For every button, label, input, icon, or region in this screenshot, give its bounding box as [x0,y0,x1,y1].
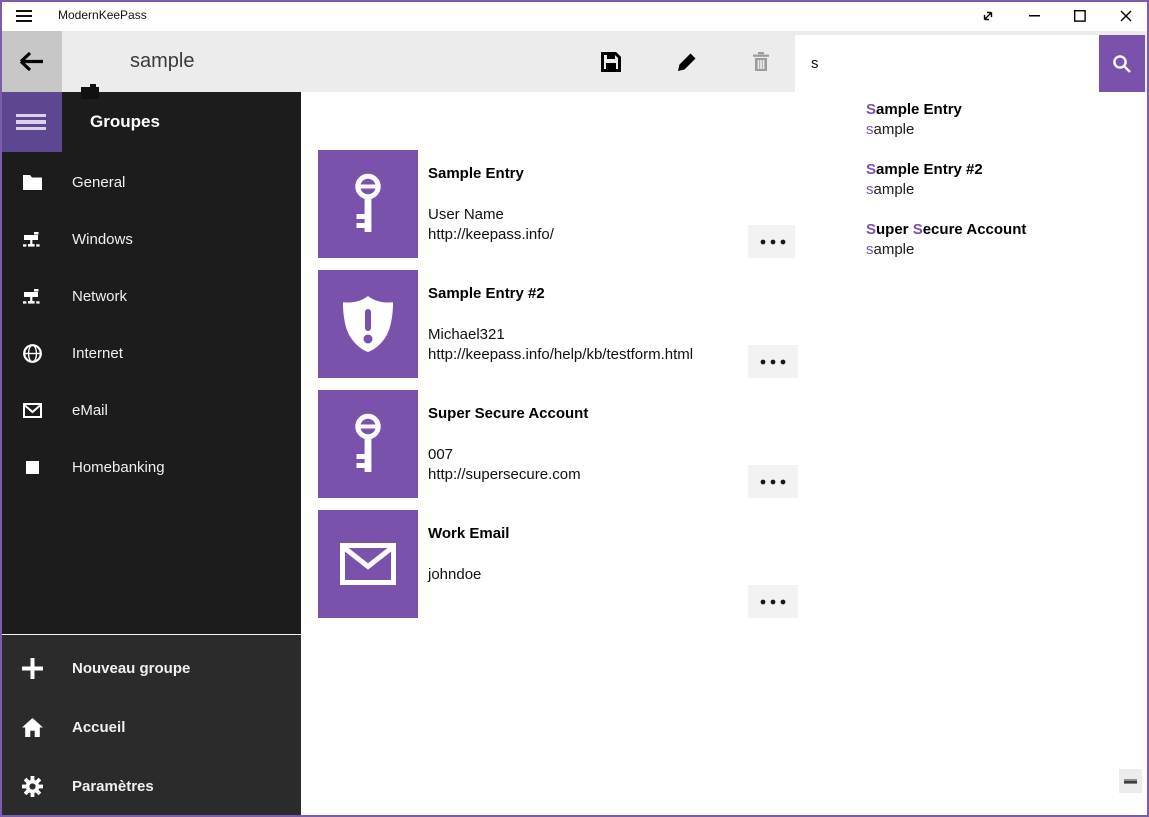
network-icon [21,232,43,248]
entry-url: http://supersecure.com [428,465,758,485]
entry-title: Super Secure Account [428,404,758,424]
entry-title: Sample Entry #2 [428,284,758,304]
search-box [795,35,1099,92]
maximize-icon [1074,10,1086,22]
sidebar-item-general[interactable]: General [0,154,301,211]
search-result-subtitle: sample [866,240,914,260]
database-title: sample [130,31,194,92]
more-icon [760,479,786,485]
sidebar-item-network[interactable]: Network [0,268,301,325]
nav-toggle-button[interactable] [0,92,62,152]
home-icon [21,718,43,737]
entry-url: http://keepass.info/help/kb/testform.htm… [428,345,758,365]
sidebar-item-label: Homebanking [72,459,165,476]
search-result[interactable]: Super Secure Account sample [795,212,1145,272]
entry-title: Work Email [428,524,758,544]
key-icon [346,413,390,475]
edit-button[interactable] [663,31,711,92]
more-button[interactable] [748,585,798,618]
briefcase-icon [80,84,100,105]
entry-username: 007 [428,445,758,465]
entry-username: User Name [428,205,758,225]
more-button[interactable] [748,345,798,378]
plus-icon [21,658,43,679]
app-window: ModernKeePass sample [0,0,1149,817]
sidebar-item-homebanking[interactable]: Homebanking [0,439,301,496]
delete-icon [751,51,771,73]
search-result-title: Sample Entry [866,100,962,120]
gear-icon [21,776,43,797]
more-button[interactable] [748,465,798,498]
hamburger-icon [16,111,46,133]
sidebar-item-label: Paramètres [72,778,154,795]
search-result-title: Sample Entry #2 [866,160,983,180]
close-button[interactable] [1103,0,1149,31]
entry-title: Sample Entry [428,164,758,184]
close-icon [1120,10,1132,22]
search-icon [1111,53,1133,75]
sidebar-item-label: Windows [72,231,133,248]
save-button[interactable] [587,31,635,92]
more-icon [760,239,786,245]
titlebar: ModernKeePass [0,0,1149,31]
hamburger-icon[interactable] [16,10,32,22]
entry-username: johndoe [428,565,758,585]
mail-icon [340,543,396,585]
sidebar-item-label: Accueil [72,719,125,736]
minimize-button[interactable] [1011,0,1057,31]
key-icon [346,173,390,235]
sidebar-item-label: eMail [72,402,108,419]
entry-tile[interactable] [318,510,418,618]
search-result[interactable]: Sample Entry sample [795,92,1145,152]
more-icon [760,599,786,605]
sidebar-item-settings[interactable]: Paramètres [0,758,301,815]
shield-alert-icon [342,295,394,353]
minus-icon [1124,779,1137,784]
entry-tile[interactable] [318,390,418,498]
zoom-out-button[interactable] [1119,769,1142,793]
edit-icon [676,51,698,73]
sidebar-item-new-group[interactable]: Nouveau groupe [0,640,301,697]
app-title: ModernKeePass [58,0,147,31]
fullscreen-button[interactable] [965,0,1011,31]
search-result-subtitle: sample [866,180,914,200]
network-icon [21,289,43,305]
more-icon [760,359,786,365]
search-button[interactable] [1099,35,1145,92]
back-button[interactable] [0,31,62,92]
sidebar-item-windows[interactable]: Windows [0,211,301,268]
sidebar-item-email[interactable]: eMail [0,382,301,439]
delete-button[interactable] [737,31,785,92]
sidebar-item-label: Nouveau groupe [72,660,190,677]
square-icon [21,461,43,474]
search-result-subtitle: sample [866,120,914,140]
folder-icon [21,175,43,190]
entry-username: Michael321 [428,325,758,345]
minimize-icon [1029,15,1040,17]
sidebar-item-label: Internet [72,345,123,362]
entry-tile[interactable] [318,150,418,258]
more-button[interactable] [748,225,798,258]
sidebar-item-label: General [72,174,125,191]
sidebar-item-label: Network [72,288,127,305]
globe-icon [21,344,43,363]
fullscreen-icon [981,9,995,23]
groups-header: Groupes [90,92,160,152]
search-result-title: Super Secure Account [866,220,1026,240]
mail-icon [21,403,43,418]
entry-tile[interactable] [318,270,418,378]
save-icon [600,51,622,73]
search-result[interactable]: Sample Entry #2 sample [795,152,1145,212]
sidebar-item-internet[interactable]: Internet [0,325,301,382]
sidebar-item-home[interactable]: Accueil [0,699,301,756]
maximize-button[interactable] [1057,0,1103,31]
entry-url: http://keepass.info/ [428,225,758,245]
sidebar: Groupes General Windows Network Internet [0,92,301,817]
search-results-dropdown: Sample Entry sample Sample Entry #2 samp… [795,92,1145,272]
back-arrow-icon [18,50,45,73]
search-input[interactable] [795,35,1099,92]
